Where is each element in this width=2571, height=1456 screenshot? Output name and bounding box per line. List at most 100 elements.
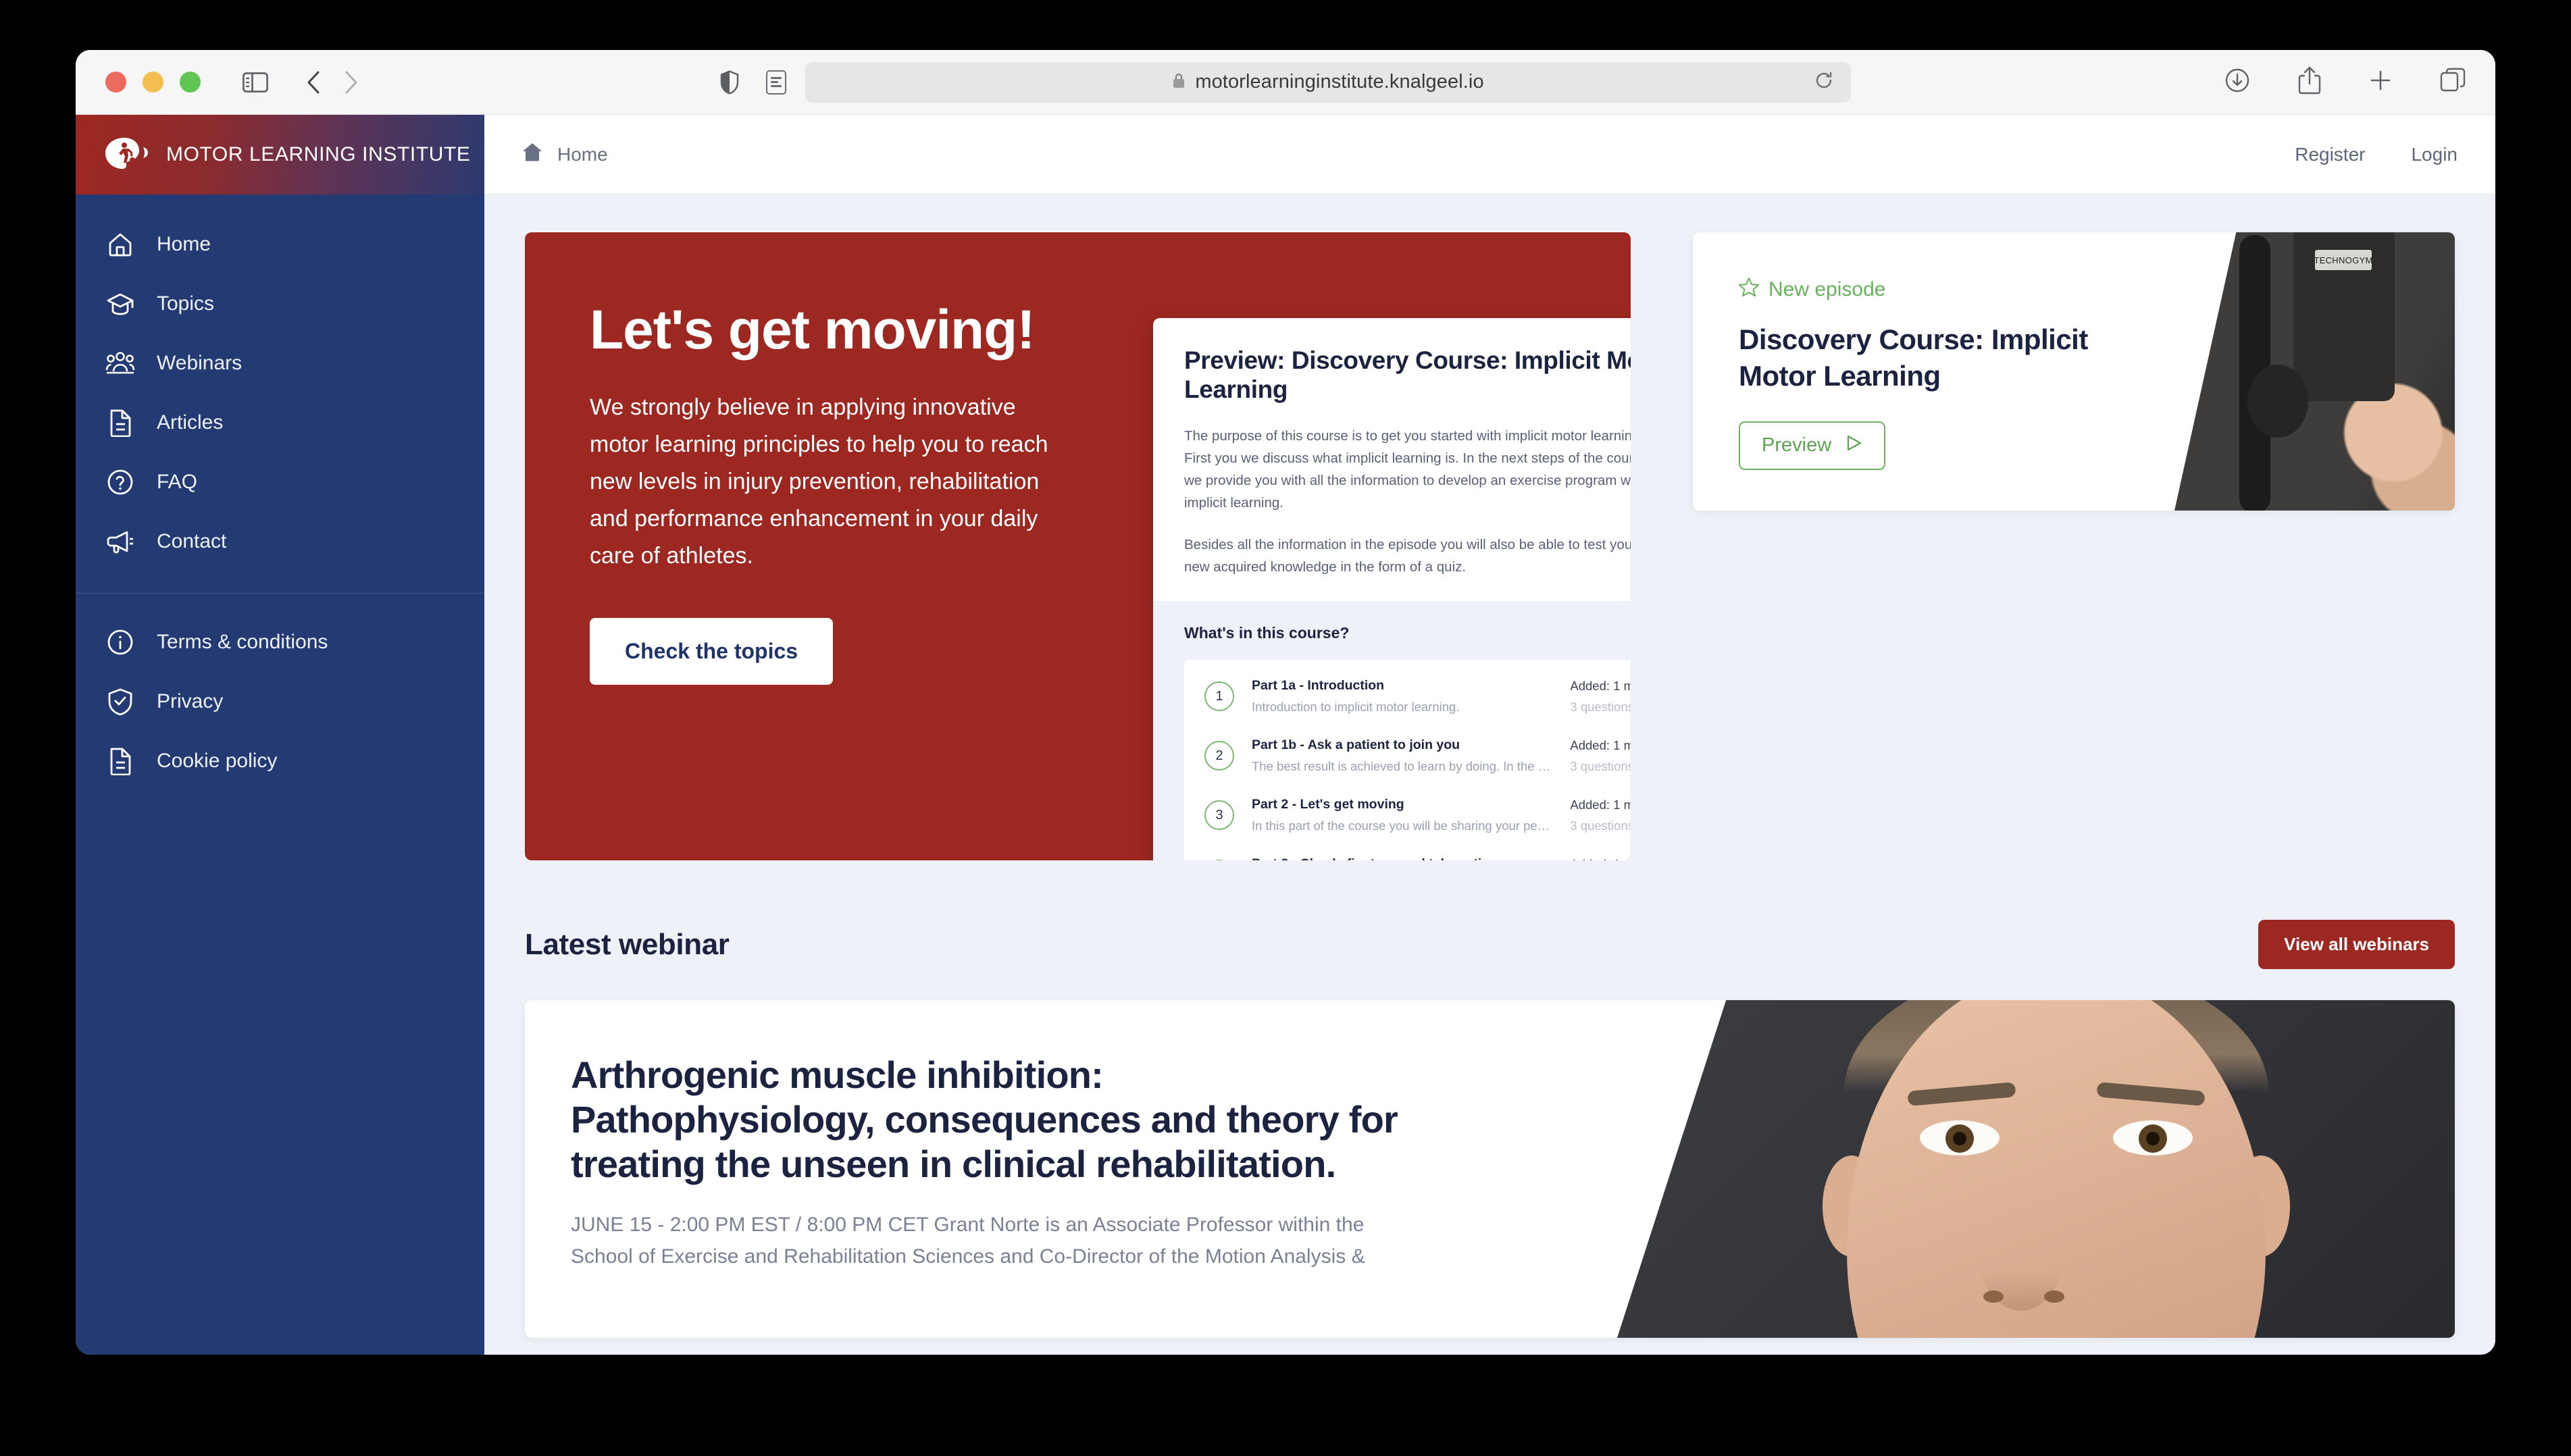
browser-toolbar: motorlearninginstitute.knalgeel.io: [76, 50, 2495, 115]
hero-text-block: Let's get moving! We strongly believe in…: [525, 232, 1065, 860]
sidebar-item-articles[interactable]: Articles: [76, 393, 484, 452]
preview-button[interactable]: Preview: [1739, 421, 1886, 470]
sidebar-item-label: Terms & conditions: [157, 631, 328, 653]
view-all-webinars-button[interactable]: View all webinars: [2258, 920, 2455, 969]
plus-icon[interactable]: [2368, 68, 2393, 93]
reload-icon[interactable]: [1814, 71, 1833, 93]
part-added-date: Added: 1 month ago: [1570, 678, 1631, 693]
sidebar-item-label: FAQ: [157, 471, 198, 493]
share-icon[interactable]: [2298, 66, 2321, 95]
document-icon: [105, 408, 135, 438]
shield-icon[interactable]: [720, 70, 739, 95]
sidebar: MOTOR LEARNING INSTITUTE Home Topics Web…: [76, 115, 484, 1355]
course-preview-title: Preview: Discovery Course: Implicit Moto…: [1184, 346, 1631, 403]
navigation-arrows: [306, 70, 359, 95]
downloads-icon[interactable]: [2224, 67, 2251, 94]
latest-webinar-card[interactable]: Arthrogenic muscle inhibition: Pathophys…: [525, 1000, 2455, 1338]
part-question-count: 3 questions: [1570, 758, 1631, 773]
brand-header[interactable]: MOTOR LEARNING INSTITUTE: [76, 115, 484, 194]
sidebar-item-label: Webinars: [157, 352, 243, 374]
document-icon: [105, 746, 135, 776]
course-preview-card[interactable]: Preview: Discovery Course: Implicit Moto…: [1153, 318, 1631, 860]
question-circle-icon: [105, 467, 135, 497]
section-title: Latest webinar: [525, 927, 730, 961]
list-item[interactable]: 4 Part 3 - Check, finetune and take acti…: [1184, 845, 1631, 860]
sidebar-divider: [76, 593, 484, 594]
breadcrumb[interactable]: Home: [522, 142, 608, 166]
sidebar-item-contact[interactable]: Contact: [76, 512, 484, 571]
list-item[interactable]: 2 Part 1b - Ask a patient to join you Th…: [1184, 726, 1631, 785]
sidebar-item-topics[interactable]: Topics: [76, 274, 484, 334]
breadcrumb-label: Home: [557, 143, 608, 165]
part-description: The best result is achieved to learn by …: [1252, 759, 1553, 774]
course-contents-heading: What's in this course?: [1184, 624, 1350, 642]
top-bar: Home Register Login: [484, 115, 2495, 194]
scroll-area[interactable]: Let's get moving! We strongly believe in…: [484, 194, 2495, 1355]
preview-button-label: Preview: [1762, 434, 1832, 456]
top-nav: Register Login: [2295, 144, 2458, 165]
image-brand-tag: TECHNOGYM: [2314, 250, 2372, 270]
course-parts-list: 1 Part 1a - Introduction Introduction to…: [1184, 660, 1631, 860]
browser-window: motorlearninginstitute.knalgeel.io MOTOR…: [76, 50, 2495, 1355]
webinar-title: Arthrogenic muscle inhibition: Pathophys…: [571, 1054, 1398, 1186]
home-icon: [522, 142, 542, 166]
minimize-window-button[interactable]: [143, 72, 163, 93]
status-badge-label: New episode: [1768, 278, 1886, 301]
webinar-speaker-photo: [1617, 1000, 2455, 1338]
list-item[interactable]: 1 Part 1a - Introduction Introduction to…: [1184, 667, 1631, 726]
sidebar-item-label: Cookie policy: [157, 750, 278, 772]
part-title: Part 1b - Ask a patient to join you: [1252, 737, 1460, 753]
list-item[interactable]: 3 Part 2 - Let's get moving In this part…: [1184, 785, 1631, 845]
part-question-count: 3 questions: [1570, 699, 1631, 714]
sidebar-item-faq[interactable]: FAQ: [76, 452, 484, 512]
people-group-icon: [105, 348, 135, 378]
sidebar-toggle-icon[interactable]: [243, 72, 268, 93]
close-window-button[interactable]: [105, 72, 126, 93]
brain-athlete-logo-icon: [104, 137, 149, 172]
sidebar-item-label: Home: [157, 233, 211, 255]
tab-overview-icon[interactable]: [2440, 68, 2466, 93]
megaphone-icon: [105, 527, 135, 556]
hero-body: We strongly believe in applying innovati…: [590, 394, 1048, 569]
course-contents-section: What's in this course? 1 Part 1a - Intro…: [1153, 601, 1631, 860]
address-bar[interactable]: motorlearninginstitute.knalgeel.io: [805, 61, 1851, 103]
hero-title: Let's get moving!: [590, 299, 1036, 361]
sidebar-item-privacy[interactable]: Privacy: [76, 672, 484, 731]
graduation-cap-icon: [105, 289, 135, 319]
part-number: 1: [1204, 681, 1234, 712]
window-controls: [105, 72, 201, 93]
sidebar-item-label: Articles: [157, 411, 224, 434]
sidebar-item-home[interactable]: Home: [76, 215, 484, 274]
home-icon: [105, 230, 135, 259]
url-text: motorlearninginstitute.knalgeel.io: [1195, 71, 1484, 93]
part-description: Introduction to implicit motor learning.: [1252, 700, 1460, 714]
back-arrow-icon[interactable]: [306, 70, 321, 95]
toolbar-right-actions: [2224, 66, 2466, 95]
check-the-topics-button[interactable]: Check the topics: [590, 618, 834, 685]
page-body: MOTOR LEARNING INSTITUTE Home Topics Web…: [76, 115, 2495, 1355]
register-link[interactable]: Register: [2295, 144, 2365, 165]
part-title: Part 2 - Let's get moving: [1252, 797, 1404, 812]
part-number: 2: [1204, 741, 1234, 771]
sidebar-item-terms[interactable]: Terms & conditions: [76, 613, 484, 672]
main-content: Home Register Login Let's get moving! We…: [484, 115, 2495, 1355]
part-question-count: 3 questions: [1570, 818, 1631, 833]
sidebar-item-label: Topics: [157, 292, 215, 315]
forward-arrow-icon[interactable]: [344, 70, 359, 95]
part-added-date: Added: 1 month ago: [1570, 737, 1631, 752]
login-link[interactable]: Login: [2411, 144, 2458, 165]
webinar-description: JUNE 15 - 2:00 PM EST / 8:00 PM CET Gran…: [571, 1214, 1365, 1268]
sidebar-item-cookie-policy[interactable]: Cookie policy: [76, 731, 484, 791]
brand-name: MOTOR LEARNING INSTITUTE: [166, 143, 471, 165]
lock-icon: [1172, 72, 1186, 93]
info-circle-icon: [105, 627, 135, 657]
maximize-window-button[interactable]: [180, 72, 201, 93]
reader-view-icon[interactable]: [766, 70, 786, 95]
sidebar-item-label: Privacy: [157, 690, 224, 712]
sidebar-item-label: Contact: [157, 530, 227, 552]
play-outline-icon: [1845, 434, 1862, 457]
sidebar-item-webinars[interactable]: Webinars: [76, 334, 484, 393]
star-outline-icon: [1739, 277, 1759, 303]
new-episode-card[interactable]: New episode Discovery Course: Implicit M…: [1693, 232, 2455, 511]
part-added-date: Added: 1 month ago: [1570, 857, 1631, 860]
